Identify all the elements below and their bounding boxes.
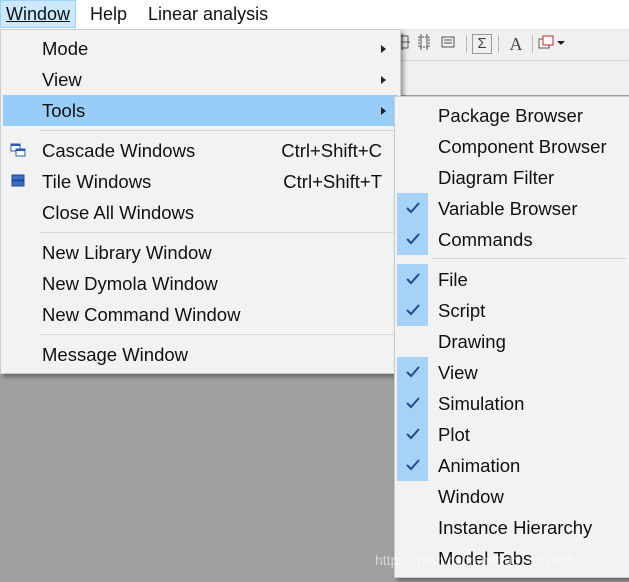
tools-item-package-browser[interactable]: Package Browser <box>397 100 628 131</box>
menu-linear-analysis-label: Linear analysis <box>148 4 269 24</box>
tools-item-label: Window <box>438 486 504 507</box>
toolbar-strip <box>390 61 629 95</box>
menu-item-tools-label: Tools <box>42 100 86 121</box>
tools-item-simulation[interactable]: Simulation <box>397 388 628 419</box>
tools-item-window[interactable]: Window <box>397 481 628 512</box>
tile-shortcut: Ctrl+Shift+T <box>283 171 382 192</box>
check-icon <box>397 193 428 224</box>
tools-item-file[interactable]: File <box>397 264 628 295</box>
tile-windows-icon <box>10 174 26 188</box>
check-icon <box>397 450 428 481</box>
submenu-arrow-icon <box>381 45 386 53</box>
menu-separator <box>39 334 396 335</box>
menu-item-message-window-label: Message Window <box>42 344 189 365</box>
toolbar-separator <box>466 35 467 53</box>
menu-item-new-library-window-label: New Library Window <box>42 242 212 263</box>
check-icon <box>397 357 428 388</box>
text-a-glyph: A <box>509 34 523 54</box>
menu-separator <box>39 232 396 233</box>
menu-window[interactable]: Window <box>0 0 77 28</box>
menu-linear-analysis[interactable]: Linear analysis <box>143 0 273 28</box>
menu-item-view[interactable]: View <box>3 64 398 95</box>
toolbar-separator <box>532 35 533 53</box>
cascade-windows-icon <box>10 143 26 157</box>
tools-item-variable-browser[interactable]: Variable Browser <box>397 193 628 224</box>
tools-item-label: Commands <box>438 229 533 250</box>
text-a-icon[interactable]: A <box>506 34 526 54</box>
menu-item-cascade-windows[interactable]: Cascade Windows Ctrl+Shift+C <box>3 135 398 166</box>
menu-item-tile-windows-label: Tile Windows <box>42 171 152 192</box>
tools-submenu: Package Browser Component Browser Diagra… <box>394 96 629 578</box>
tools-item-commands[interactable]: Commands <box>397 224 628 255</box>
watermark: https://blog.csdn.net/qq_40196524 <box>375 552 590 568</box>
tools-item-script[interactable]: Script <box>397 295 628 326</box>
list-icon[interactable] <box>438 34 458 54</box>
menu-help[interactable]: Help <box>85 0 132 28</box>
tools-item-label: Diagram Filter <box>438 167 555 188</box>
check-icon <box>397 388 428 419</box>
grid-dashed-icon[interactable] <box>414 34 434 54</box>
menu-separator <box>39 130 396 131</box>
menu-item-mode-label: Mode <box>42 38 89 59</box>
sigma-icon[interactable]: Σ <box>472 34 492 54</box>
tools-item-label: Animation <box>438 455 521 476</box>
tools-item-view[interactable]: View <box>397 357 628 388</box>
toolbar-separator <box>498 35 499 53</box>
tools-item-diagram-filter[interactable]: Diagram Filter <box>397 162 628 193</box>
tools-item-component-browser[interactable]: Component Browser <box>397 131 628 162</box>
toolbar: Σ A <box>390 30 629 61</box>
menu-item-message-window[interactable]: Message Window <box>3 339 398 370</box>
menu-item-close-all-windows[interactable]: Close All Windows <box>3 197 398 228</box>
menu-item-mode[interactable]: Mode <box>3 33 398 64</box>
window-menu: Mode View Tools Cascade Windows Ctrl+Shi… <box>0 29 401 374</box>
menu-item-view-label: View <box>42 69 82 90</box>
menu-separator <box>431 258 626 259</box>
check-icon <box>397 419 428 450</box>
menu-help-label: Help <box>90 4 128 24</box>
menu-item-close-all-windows-label: Close All Windows <box>42 202 195 223</box>
menu-item-tile-windows[interactable]: Tile Windows Ctrl+Shift+T <box>3 166 398 197</box>
menu-item-new-dymola-window[interactable]: New Dymola Window <box>3 268 398 299</box>
menu-item-new-dymola-window-label: New Dymola Window <box>42 273 218 294</box>
check-icon <box>397 295 428 326</box>
check-icon <box>397 224 428 255</box>
tools-item-label: Drawing <box>438 331 506 352</box>
tools-item-plot[interactable]: Plot <box>397 419 628 450</box>
check-icon <box>397 264 428 295</box>
menu-item-new-command-window-label: New Command Window <box>42 304 241 325</box>
tools-item-label: Variable Browser <box>438 198 578 219</box>
menu-bar: Window Help Linear analysis <box>0 0 629 30</box>
tools-item-label: Instance Hierarchy <box>438 517 593 538</box>
sigma-glyph: Σ <box>477 35 487 52</box>
menu-window-label: Window <box>6 4 71 24</box>
submenu-arrow-icon <box>381 76 386 84</box>
tools-item-label: Simulation <box>438 393 525 414</box>
tools-item-label: Script <box>438 300 486 321</box>
menu-item-cascade-windows-label: Cascade Windows <box>42 140 196 161</box>
menu-item-tools[interactable]: Tools <box>3 95 398 126</box>
tools-item-animation[interactable]: Animation <box>397 450 628 481</box>
menu-item-new-command-window[interactable]: New Command Window <box>3 299 398 330</box>
tools-item-label: Component Browser <box>438 136 607 157</box>
menu-item-new-library-window[interactable]: New Library Window <box>3 237 398 268</box>
tools-item-label: Plot <box>438 424 470 445</box>
tools-item-label: Package Browser <box>438 105 583 126</box>
submenu-arrow-icon <box>381 107 386 115</box>
cascade-shortcut: Ctrl+Shift+C <box>281 140 382 161</box>
tools-item-label: View <box>438 362 478 383</box>
tools-item-drawing[interactable]: Drawing <box>397 326 628 357</box>
tools-item-instance-hierarchy[interactable]: Instance Hierarchy <box>397 512 628 543</box>
windows-dropdown-icon[interactable] <box>538 34 568 54</box>
tools-item-label: File <box>438 269 468 290</box>
